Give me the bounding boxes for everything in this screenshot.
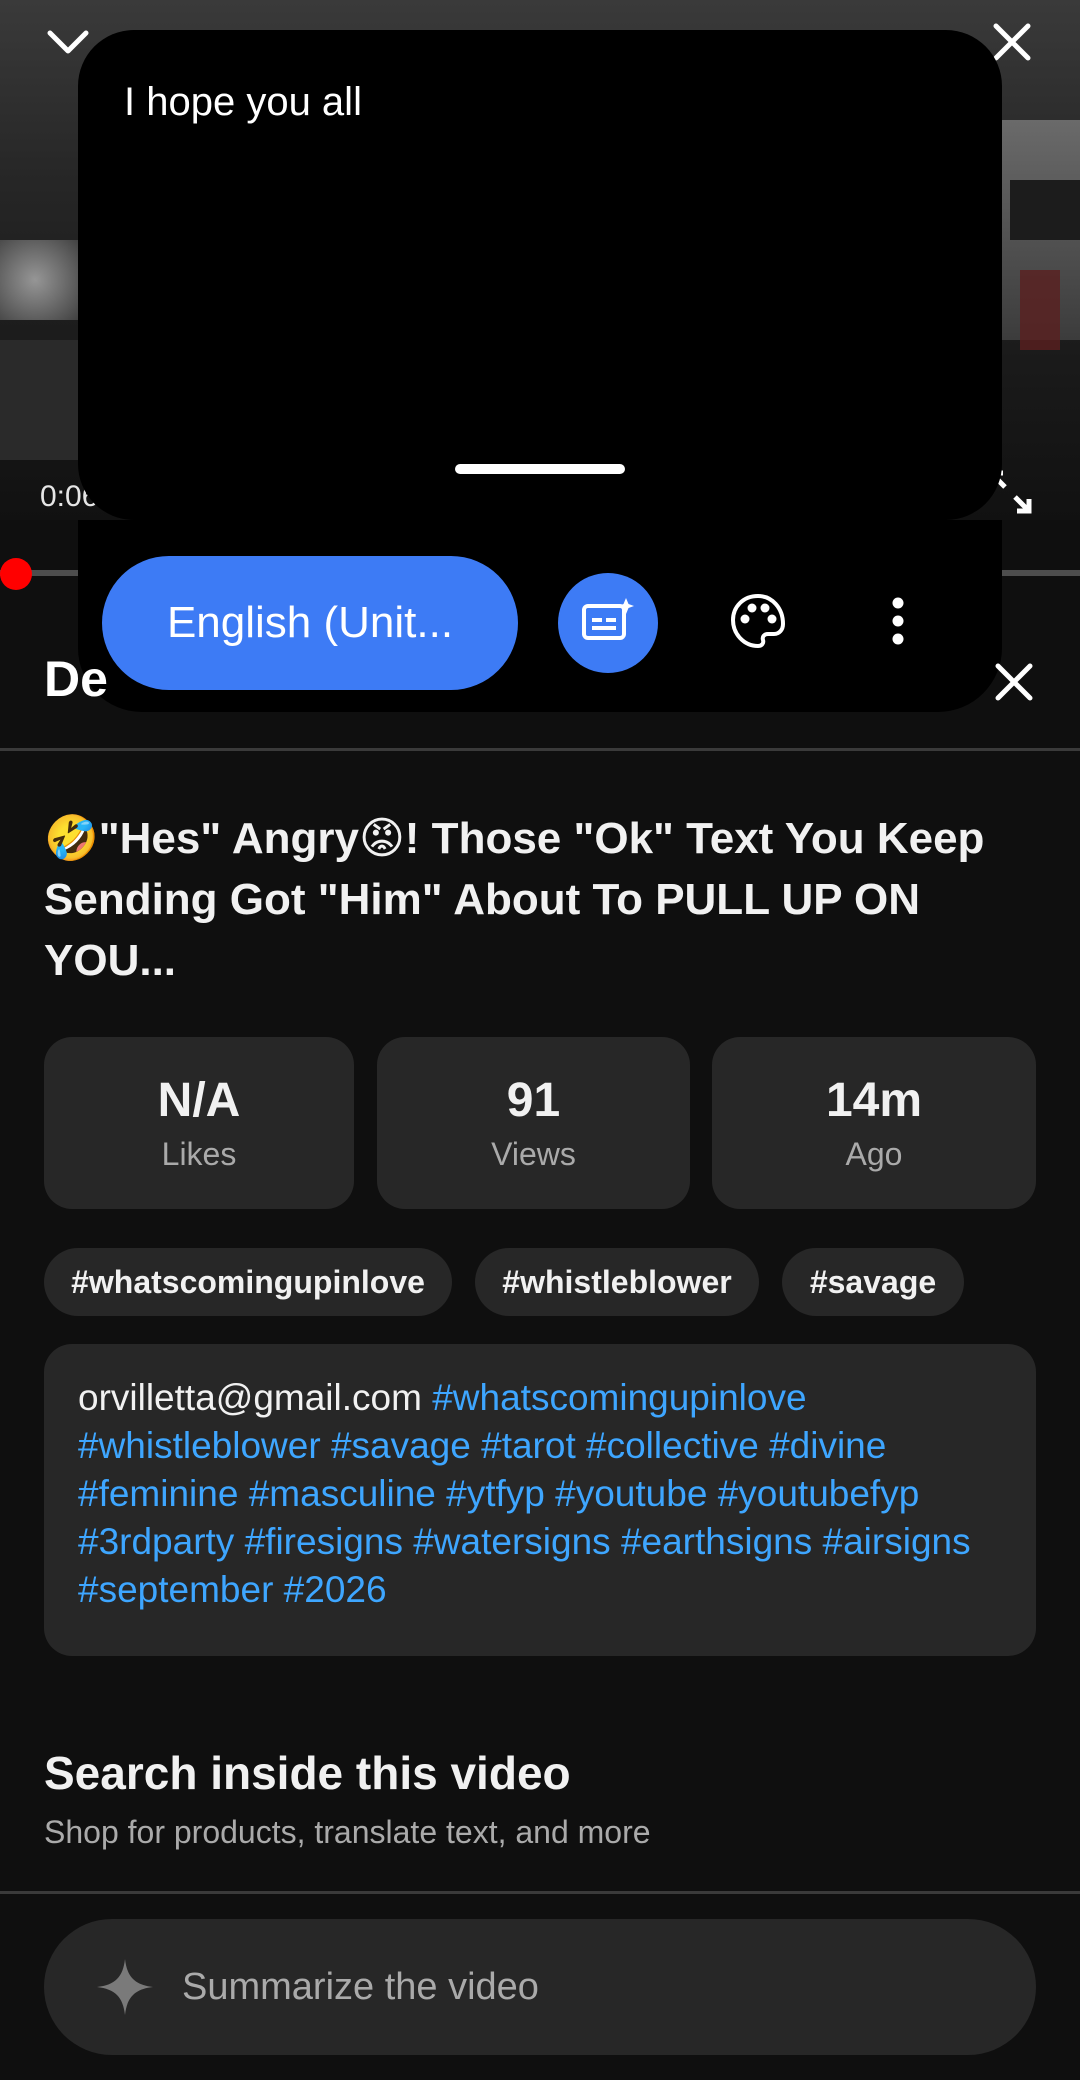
progress-scrubber[interactable] [0, 558, 32, 590]
hashtag-link[interactable]: #firesigns [245, 1521, 403, 1562]
hashtag-link[interactable]: #2026 [284, 1569, 387, 1610]
more-options-button[interactable] [848, 573, 948, 673]
caption-controls: English (Unit... [78, 520, 1002, 712]
caption-text: I hope you all [124, 80, 362, 124]
hashtag-link[interactable]: #earthsigns [621, 1521, 812, 1562]
video-frame-detail [0, 240, 90, 320]
hashtag-link[interactable]: #feminine [78, 1473, 238, 1514]
description-header: De [44, 651, 108, 707]
hashtag-link[interactable]: #tarot [481, 1425, 576, 1466]
hashtag-link[interactable]: #september [78, 1569, 273, 1610]
summarize-video-button[interactable]: Summarize the video [44, 1919, 1036, 2055]
hashtag-chip[interactable]: #whatscomingupinlove [44, 1248, 452, 1316]
more-vertical-icon [890, 596, 906, 651]
search-inside-title: Search inside this video [44, 1747, 571, 1799]
hashtag-link[interactable]: #airsigns [823, 1521, 971, 1562]
drag-handle[interactable] [455, 464, 625, 474]
hashtag-link[interactable]: #collective [586, 1425, 759, 1466]
palette-icon [728, 591, 788, 656]
video-frame-detail [0, 340, 90, 460]
hashtag-chip[interactable]: #whistleblower [475, 1248, 759, 1316]
video-player[interactable]: 0:06 I hope you all [0, 0, 1080, 520]
hashtag-link[interactable]: #whistleblower [78, 1425, 321, 1466]
hashtag-link[interactable]: #youtubefyp [718, 1473, 920, 1514]
search-inside-subtitle: Shop for products, translate text, and m… [44, 1814, 651, 1850]
sparkle-icon [90, 1952, 160, 2022]
views-label: Views [491, 1136, 576, 1172]
video-frame-detail [1020, 270, 1060, 350]
hashtag-link[interactable]: #masculine [249, 1473, 436, 1514]
upload-time-label: Ago [845, 1136, 903, 1172]
hashtag-link[interactable]: #3rdparty [78, 1521, 234, 1562]
hashtag-chip[interactable]: #savage [782, 1248, 964, 1316]
caption-language-label: English (Unit... [166, 598, 454, 647]
views-stat: 91 Views [377, 1037, 690, 1209]
hashtag-link[interactable]: #watersigns [413, 1521, 610, 1562]
video-frame-detail [1010, 180, 1080, 240]
summarize-label: Summarize the video [182, 1965, 539, 2008]
upload-time-value: 14m [825, 1074, 923, 1127]
hashtag-link[interactable]: #whatscomingupinlove [432, 1377, 806, 1418]
divider [0, 748, 1080, 751]
caption-panel[interactable]: I hope you all [78, 30, 1002, 520]
ai-captions-icon [580, 596, 636, 651]
close-icon[interactable] [982, 650, 1046, 714]
hashtag-link[interactable]: #youtube [555, 1473, 707, 1514]
divider [0, 1891, 1080, 1894]
hashtag-link[interactable]: #ytfyp [446, 1473, 545, 1514]
caption-language-button[interactable]: English (Unit... [102, 556, 518, 690]
likes-value: N/A [157, 1074, 241, 1127]
likes-stat: N/A Likes [44, 1037, 354, 1209]
likes-label: Likes [161, 1136, 237, 1172]
views-value: 91 [506, 1074, 561, 1127]
description-body: orvilletta@gmail.com #whatscomingupinlov… [44, 1344, 1036, 1656]
ai-captions-button[interactable] [558, 573, 658, 673]
video-title: 🤣"Hes" Angry😡! Those "Ok" Text You Keep … [44, 814, 985, 985]
caption-style-button[interactable] [708, 573, 808, 673]
email-link[interactable]: orvilletta@gmail.com [78, 1377, 422, 1418]
hashtag-link[interactable]: #savage [331, 1425, 471, 1466]
upload-time-stat: 14m Ago [712, 1037, 1036, 1209]
hashtag-link[interactable]: #divine [769, 1425, 886, 1466]
